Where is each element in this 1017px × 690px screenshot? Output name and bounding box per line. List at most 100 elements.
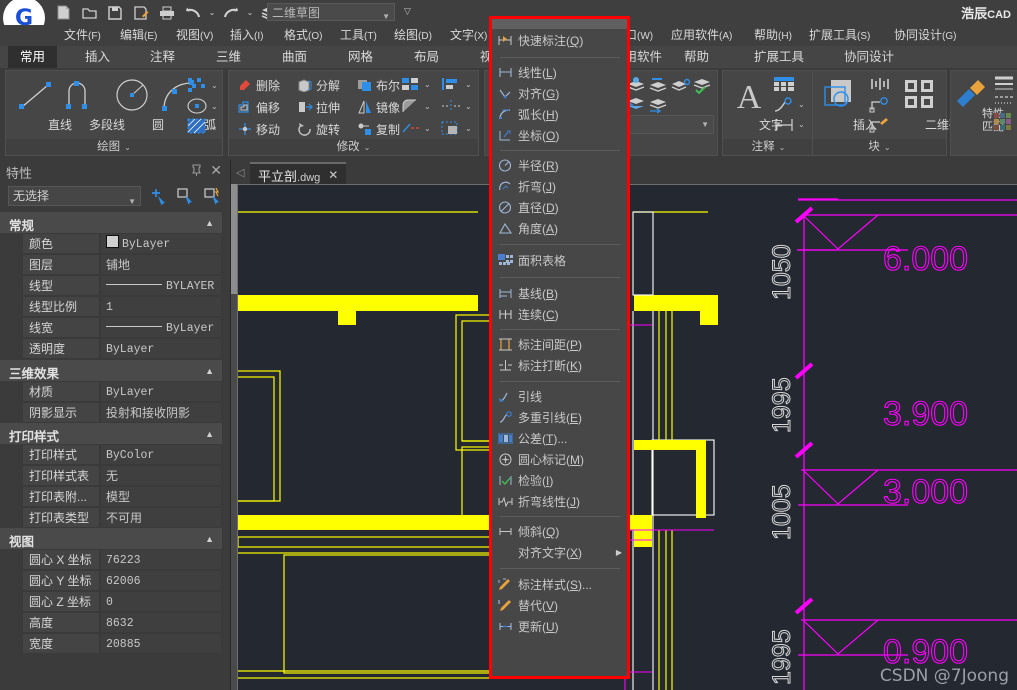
define-attribute-icon[interactable]	[869, 97, 891, 116]
undo-dropdown-caret[interactable]: ⌄	[206, 2, 218, 23]
modify-stretch-button[interactable]: 拉伸	[295, 97, 340, 117]
draw-polyline-button[interactable]: 多段线	[59, 73, 125, 135]
quick-calc-icon[interactable]	[202, 186, 224, 206]
property-group-header-0[interactable]: 常规 ▲	[0, 212, 222, 233]
dimension-menu-item-28[interactable]: 对齐文字(X) ▶	[492, 543, 627, 562]
point-array-icon[interactable]	[186, 77, 208, 96]
trim-dropdown-caret[interactable]: ⌄	[424, 124, 431, 133]
dimension-dropdown-menu[interactable]: 快速标注(Q) 线性(L) 对齐(G) 弧长(H) 坐标(O) 半径(R) 折弯(J) 直径(…	[489, 16, 630, 679]
modify-mirror-button[interactable]: 镜像	[355, 97, 400, 117]
leader-dropdown-caret[interactable]: ⌄	[798, 100, 805, 109]
layer-off-icon[interactable]	[647, 75, 669, 95]
pin-icon[interactable]	[191, 164, 202, 179]
property-row[interactable]: 线型 BYLAYER	[0, 275, 222, 296]
ribbon-tab-12[interactable]: 协同设计	[832, 46, 906, 68]
undo-icon[interactable]	[180, 2, 206, 23]
modify-copy-button[interactable]: 复制	[355, 119, 400, 139]
ribbon-tab-4[interactable]: 曲面	[270, 46, 319, 68]
dimension-menu-item-32[interactable]: 更新(U)	[492, 617, 627, 636]
block-qrcode-button[interactable]: 二维码	[895, 73, 961, 135]
menu-item-5[interactable]: 工具(T)	[331, 25, 386, 46]
layer-isolate-icon[interactable]	[669, 75, 691, 95]
fillet-dropdown-caret[interactable]: ⌄	[424, 102, 431, 111]
hatch-dropdown-caret[interactable]: ⌄	[211, 122, 218, 131]
modify-explode-button[interactable]: 分解	[295, 75, 340, 95]
dimension-menu-item-9[interactable]: 直径(D)	[492, 198, 627, 217]
dimension-menu-item-7[interactable]: 半径(R)	[492, 156, 627, 175]
redo-icon[interactable]	[218, 2, 244, 23]
point-dropdown-caret[interactable]: ⌄	[211, 81, 218, 90]
dimension-menu-item-4[interactable]: 弧长(H)	[492, 105, 627, 124]
property-row[interactable]: 线型比例 1	[0, 296, 222, 317]
collapse-caret-icon[interactable]: ▲	[205, 218, 214, 228]
ribbon-tab-6[interactable]: 布局	[402, 46, 451, 68]
layer-lock-icon[interactable]	[647, 95, 669, 115]
layer-on-icon[interactable]	[691, 75, 713, 95]
ribbon-tab-11[interactable]: 扩展工具	[742, 46, 816, 68]
property-value[interactable]: 不可用	[100, 507, 222, 528]
menu-item-6[interactable]: 绘图(D)	[385, 25, 441, 46]
dimension-menu-item-21[interactable]: 多重引线(E)	[492, 408, 627, 427]
new-file-icon[interactable]	[50, 2, 76, 23]
property-row[interactable]: 宽度 20885	[0, 633, 222, 654]
menu-item-11[interactable]: 应用软件(A)	[662, 25, 741, 46]
property-value[interactable]: 无	[100, 465, 222, 486]
collapse-caret-icon[interactable]: ▲	[205, 429, 214, 439]
dimension-menu-item-12[interactable]: 面积表格	[492, 251, 627, 270]
open-folder-icon[interactable]	[76, 2, 102, 23]
property-row[interactable]: 圆心 Z 坐标 0	[0, 591, 222, 612]
scale-dropdown-caret[interactable]: ⌄	[465, 124, 472, 133]
property-row[interactable]: 图层 铺地	[0, 254, 222, 275]
property-row[interactable]: 材质 ByLayer	[0, 381, 222, 402]
menu-item-1[interactable]: 编辑(E)	[111, 25, 166, 46]
save-icon[interactable]	[102, 2, 128, 23]
property-value[interactable]: 20885	[100, 633, 222, 654]
trim-icon[interactable]	[401, 121, 421, 138]
property-value[interactable]: 62006	[100, 570, 222, 591]
property-value[interactable]: 76223	[100, 549, 222, 570]
block-insert-button[interactable]: 插入	[817, 73, 877, 135]
property-row[interactable]: 颜色 ByLayer	[0, 233, 222, 254]
property-row[interactable]: 打印表附... 模型	[0, 486, 222, 507]
break-icon[interactable]	[441, 99, 461, 116]
dimension-menu-item-15[interactable]: 连续(C)	[492, 305, 627, 324]
hatch-icon[interactable]	[186, 117, 208, 138]
modify-offset-button[interactable]: 偏移	[235, 97, 280, 117]
dimension-dropdown-caret[interactable]: ⌄	[798, 120, 805, 129]
dimension-menu-item-24[interactable]: 检验(I)	[492, 471, 627, 490]
tab-scroll-left-icon[interactable]: ◁	[236, 166, 244, 179]
break-dropdown-caret[interactable]: ⌄	[465, 102, 472, 111]
menu-item-3[interactable]: 插入(I)	[221, 25, 272, 46]
property-group-header-2[interactable]: 打印样式 ▲	[0, 423, 222, 444]
dimension-menu-item-23[interactable]: 圆心标记(M)	[492, 450, 627, 469]
menu-item-13[interactable]: 扩展工具(S)	[800, 25, 879, 46]
ribbon-tab-0[interactable]: 常用	[8, 46, 58, 68]
property-value[interactable]: 0	[100, 591, 222, 612]
modify-erase-button[interactable]: 删除	[235, 75, 280, 95]
menu-item-4[interactable]: 格式(O)	[275, 25, 331, 46]
menu-item-14[interactable]: 协同设计(G)	[885, 25, 965, 46]
block-panel-caret[interactable]: ⌄	[884, 143, 891, 152]
property-value[interactable]: 模型	[100, 486, 222, 507]
document-tab[interactable]: 平立剖.dwg ✕	[250, 162, 347, 186]
ellipse-icon[interactable]	[186, 97, 208, 118]
dimension-menu-item-14[interactable]: 基线(B)	[492, 284, 627, 303]
scale-icon[interactable]	[441, 121, 461, 138]
dimension-menu-item-30[interactable]: 标注样式(S)...	[492, 575, 627, 594]
align-dropdown-caret[interactable]: ⌄	[465, 80, 472, 89]
ribbon-tab-1[interactable]: 插入	[73, 46, 122, 68]
property-group-header-3[interactable]: 视图 ▲	[0, 528, 222, 549]
menu-item-0[interactable]: 文件(F)	[55, 25, 110, 46]
modify-move-button[interactable]: 移动	[235, 119, 280, 139]
selection-combo[interactable]: 无选择 ▼	[8, 186, 141, 206]
fillet-icon[interactable]	[401, 99, 421, 116]
array-icon[interactable]	[401, 77, 421, 94]
workspace-selector[interactable]: 二维草图 ▼	[267, 3, 395, 21]
modify-boolean-button[interactable]: 布尔	[355, 75, 400, 95]
dimension-menu-item-27[interactable]: 倾斜(Q)	[492, 522, 627, 541]
modify-panel-caret[interactable]: ⌄	[364, 143, 371, 152]
property-row[interactable]: 阴影显示 投射和接收阴影	[0, 402, 222, 423]
lineweight-list-icon[interactable]	[994, 75, 1014, 94]
save-as-icon[interactable]	[128, 2, 154, 23]
dimension-menu-item-8[interactable]: 折弯(J)	[492, 177, 627, 196]
